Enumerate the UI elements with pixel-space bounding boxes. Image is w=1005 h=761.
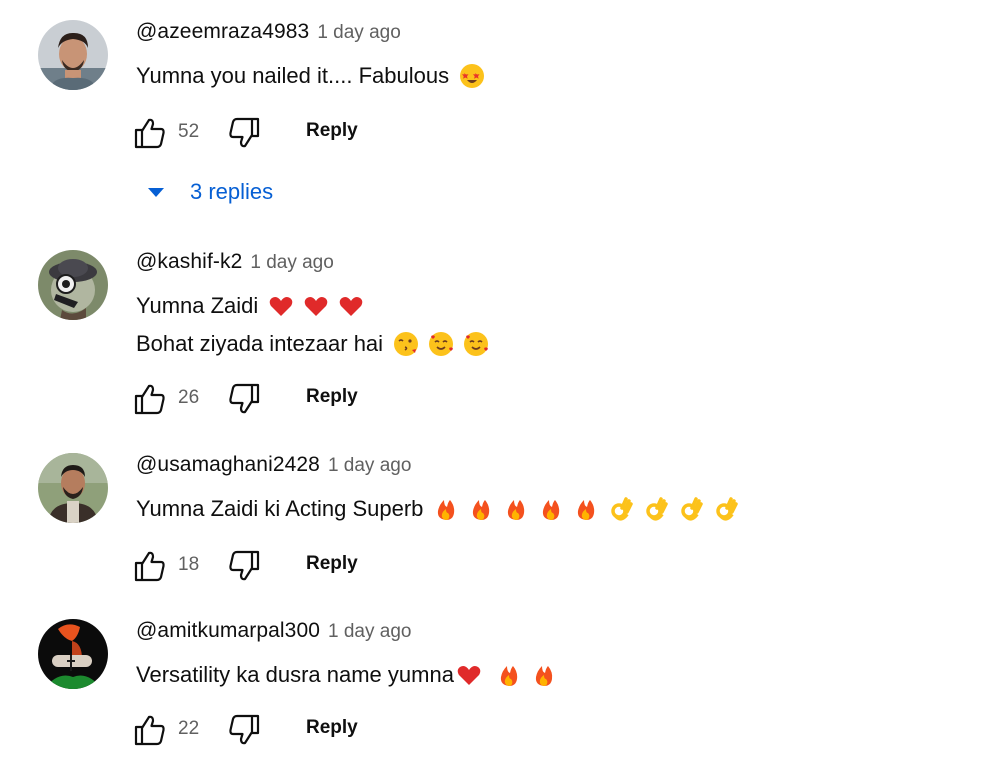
thumbs-up-icon: [134, 551, 165, 582]
fire-emoji: [531, 662, 557, 688]
comment-text: Yumna Zaidi ki Acting Superb: [136, 493, 748, 525]
comment-text-content: Bohat ziyada intezaar hai: [136, 331, 384, 356]
author-name[interactable]: @azeemraza4983: [136, 20, 309, 44]
comment-text: Yumna Zaidi: [136, 290, 373, 322]
reply-button[interactable]: Reply: [306, 553, 358, 575]
thumbs-down-icon: [229, 550, 260, 581]
star-struck-emoji: [459, 63, 485, 89]
view-replies-button[interactable]: 3 replies: [146, 176, 273, 208]
emoji-row: [456, 662, 566, 688]
fire-emoji: [433, 496, 459, 522]
emoji-row: [433, 496, 748, 522]
dislike-button[interactable]: [227, 713, 261, 747]
replies-count-label: 3 replies: [190, 179, 274, 204]
ok-hand-emoji: [713, 496, 739, 522]
ok-hand-emoji: [678, 496, 704, 522]
fire-emoji: [496, 662, 522, 688]
reply-button[interactable]: Reply: [306, 120, 358, 142]
ok-hand-emoji: [608, 496, 634, 522]
comment-text-content: Yumna Zaidi ki Acting Superb: [136, 496, 424, 521]
thumbs-down-icon: [229, 714, 260, 745]
caret-down-icon: [148, 188, 164, 197]
comment-header: @usamaghani2428 1 day ago: [136, 453, 411, 483]
like-button[interactable]: [133, 116, 167, 150]
avatar[interactable]: [38, 453, 108, 523]
thumbs-down-icon: [229, 117, 260, 148]
like-count: 52: [178, 121, 200, 142]
like-button[interactable]: [133, 382, 167, 416]
thumbs-up-icon: [134, 384, 165, 415]
reply-button[interactable]: Reply: [306, 386, 358, 408]
author-name[interactable]: @kashif-k2: [136, 250, 242, 274]
comment-actions: 26 Reply: [133, 378, 433, 418]
thumbs-up-icon: [134, 715, 165, 746]
comment-header: @azeemraza4983 1 day ago: [136, 20, 401, 50]
comment-time[interactable]: 1 day ago: [317, 22, 400, 44]
comment-actions: 18 Reply: [133, 545, 433, 585]
comment-text-content: Versatility ka dusra name yumna: [136, 662, 454, 687]
comment-text: Versatility ka dusra name yumna: [136, 659, 566, 691]
smiling-face-with-hearts-emoji: [463, 331, 489, 357]
comment-header: @kashif-k2 1 day ago: [136, 250, 334, 280]
emoji-row: [393, 331, 498, 357]
red-heart-emoji: [303, 293, 329, 319]
comment-text: Bohat ziyada intezaar hai: [136, 328, 498, 360]
comment-text-content: Yumna Zaidi: [136, 293, 259, 318]
comment-time[interactable]: 1 day ago: [328, 621, 411, 643]
comment-time[interactable]: 1 day ago: [328, 455, 411, 477]
comment-text: Yumna you nailed it.... Fabulous: [136, 60, 494, 92]
like-button[interactable]: [133, 549, 167, 583]
comment-actions: 22 Reply: [133, 709, 433, 749]
smiling-face-with-hearts-emoji: [428, 331, 454, 357]
reply-button[interactable]: Reply: [306, 717, 358, 739]
fire-emoji: [468, 496, 494, 522]
dislike-button[interactable]: [227, 382, 261, 416]
red-heart-emoji: [338, 293, 364, 319]
ok-hand-emoji: [643, 496, 669, 522]
comment-actions: 52 Reply: [133, 112, 433, 152]
avatar[interactable]: [38, 20, 108, 90]
thumbs-down-icon: [229, 383, 260, 414]
red-heart-emoji: [456, 662, 482, 688]
dislike-button[interactable]: [227, 116, 261, 150]
fire-emoji: [538, 496, 564, 522]
avatar[interactable]: [38, 250, 108, 320]
like-button[interactable]: [133, 713, 167, 747]
avatar[interactable]: [38, 619, 108, 689]
comment-time[interactable]: 1 day ago: [250, 252, 333, 274]
comment-text-content: Yumna you nailed it.... Fabulous: [136, 63, 450, 88]
dislike-button[interactable]: [227, 549, 261, 583]
red-heart-emoji: [268, 293, 294, 319]
comment-header: @amitkumarpal300 1 day ago: [136, 619, 411, 649]
comments-section: @azeemraza4983 1 day ago Yumna you naile…: [0, 0, 1005, 761]
face-blowing-kiss-emoji: [393, 331, 419, 357]
like-count: 26: [178, 387, 200, 408]
author-name[interactable]: @amitkumarpal300: [136, 619, 320, 643]
fire-emoji: [503, 496, 529, 522]
like-count: 18: [178, 554, 200, 575]
emoji-row: [268, 293, 373, 319]
thumbs-up-icon: [134, 118, 165, 149]
fire-emoji: [573, 496, 599, 522]
emoji-row: [459, 63, 494, 89]
author-name[interactable]: @usamaghani2428: [136, 453, 320, 477]
like-count: 22: [178, 718, 200, 739]
